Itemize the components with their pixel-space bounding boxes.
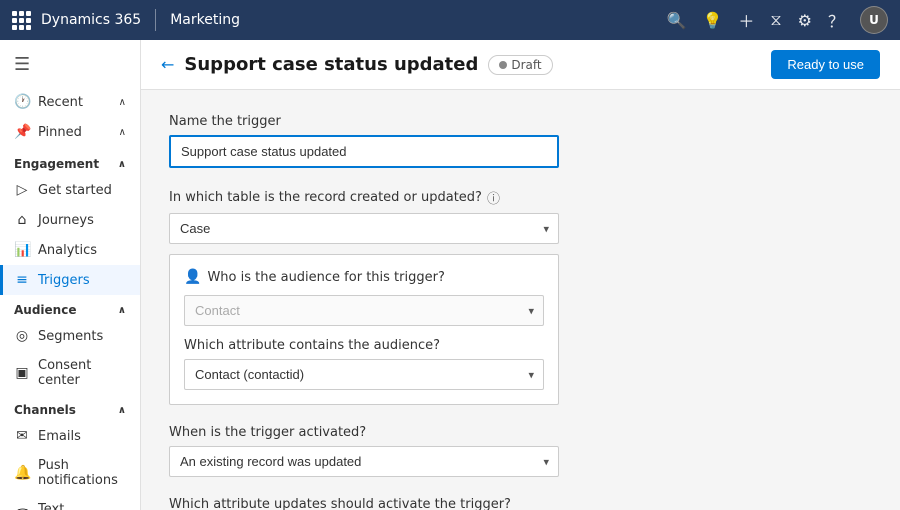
sidebar-item-triggers[interactable]: ≡ Triggers	[0, 265, 140, 295]
search-icon[interactable]: 🔍	[667, 11, 687, 30]
settings-icon[interactable]: ⚙	[798, 11, 812, 30]
segments-icon: ◎	[14, 328, 30, 344]
consent-icon: ▣	[14, 365, 30, 381]
sidebar-item-analytics[interactable]: 📊 Analytics	[0, 235, 140, 265]
sidebar-item-push-notifications[interactable]: 🔔 Push notifications	[0, 451, 140, 495]
form-area: Name the trigger In which table is the r…	[141, 90, 900, 510]
sidebar-item-journeys[interactable]: ⌂ Journeys	[0, 205, 140, 235]
trigger-name-input[interactable]	[169, 135, 559, 168]
pinned-chevron: ∧	[119, 127, 126, 138]
channels-header: Channels ∧	[0, 395, 140, 421]
module-name: Marketing	[170, 12, 240, 28]
table-group: In which table is the record created or …	[169, 188, 872, 405]
sidebar-item-consent-center[interactable]: ▣ Consent center	[0, 351, 140, 395]
engagement-chevron: ∧	[118, 159, 126, 170]
draft-dot	[499, 61, 507, 69]
trigger-name-label: Name the trigger	[169, 114, 872, 129]
activation-group: When is the trigger activated? An existi…	[169, 425, 872, 477]
main-content: ← Support case status updated Draft Read…	[141, 40, 900, 510]
emails-icon: ✉	[14, 428, 30, 444]
sidebar-item-get-started[interactable]: ▷ Get started	[0, 175, 140, 205]
engagement-header: Engagement ∧	[0, 149, 140, 175]
sidebar-item-segments[interactable]: ◎ Segments	[0, 321, 140, 351]
filter-icon[interactable]: ⧖	[770, 10, 781, 30]
lightbulb-icon[interactable]: 💡	[702, 11, 722, 30]
trigger-name-group: Name the trigger	[169, 114, 872, 168]
topbar-actions: 🔍 💡 ＋ ⧖ ⚙ ？ U	[667, 6, 888, 34]
updates-label: Which attribute updates should activate …	[169, 497, 872, 510]
channels-chevron: ∧	[118, 405, 126, 416]
topbar-divider	[155, 9, 156, 31]
journeys-icon: ⌂	[14, 212, 30, 228]
triggers-icon: ≡	[14, 272, 30, 288]
back-button[interactable]: ←	[161, 55, 174, 74]
activation-label: When is the trigger activated?	[169, 425, 872, 440]
table-select-wrap: Case ▾	[169, 213, 559, 244]
brand-name: Dynamics 365	[41, 12, 141, 28]
pin-icon: 📌	[14, 124, 30, 140]
updates-group: Which attribute updates should activate …	[169, 497, 872, 510]
audience-select-wrap: Contact ▾	[184, 295, 544, 326]
sidebar: ☰ 🕐 Recent ∧ 📌 Pinned ∧ Engagement ∧ ▷ G…	[0, 40, 141, 510]
attribute-select[interactable]: Contact (contactid)	[184, 359, 544, 390]
app-grid-icon[interactable]	[12, 11, 31, 30]
push-icon: 🔔	[14, 465, 30, 481]
table-label: In which table is the record created or …	[169, 188, 872, 207]
activation-select[interactable]: An existing record was updated	[169, 446, 559, 477]
audience-section-label: 👤 Who is the audience for this trigger?	[184, 269, 544, 285]
attribute-label: Which attribute contains the audience?	[184, 338, 544, 353]
status-label: Draft	[511, 58, 541, 72]
activation-select-wrap: An existing record was updated ▾	[169, 446, 559, 477]
recent-chevron: ∧	[119, 97, 126, 108]
ready-to-use-button[interactable]: Ready to use	[771, 50, 880, 79]
recent-icon: 🕐	[14, 94, 30, 110]
get-started-icon: ▷	[14, 182, 30, 198]
sidebar-item-text-messages[interactable]: 💬 Text messages	[0, 495, 140, 510]
audience-chevron: ∧	[118, 305, 126, 316]
audience-header: Audience ∧	[0, 295, 140, 321]
topbar: Dynamics 365 Marketing 🔍 💡 ＋ ⧖ ⚙ ？ U	[0, 0, 900, 40]
sidebar-item-recent[interactable]: 🕐 Recent ∧	[0, 87, 140, 117]
analytics-icon: 📊	[14, 242, 30, 258]
sidebar-hamburger[interactable]: ☰	[0, 48, 140, 81]
sidebar-item-emails[interactable]: ✉ Emails	[0, 421, 140, 451]
page-header: ← Support case status updated Draft Read…	[141, 40, 900, 90]
audience-select[interactable]: Contact	[184, 295, 544, 326]
status-badge: Draft	[488, 55, 552, 75]
audience-box: 👤 Who is the audience for this trigger? …	[169, 254, 559, 405]
table-select[interactable]: Case	[169, 213, 559, 244]
user-avatar[interactable]: U	[860, 6, 888, 34]
audience-icon: 👤	[184, 269, 201, 285]
sidebar-item-pinned[interactable]: 📌 Pinned ∧	[0, 117, 140, 147]
page-title: Support case status updated	[184, 54, 478, 75]
attribute-select-wrap: Contact (contactid) ▾	[184, 359, 544, 390]
table-info-icon[interactable]: ⓘ	[487, 188, 500, 207]
sidebar-recent-section: 🕐 Recent ∧ 📌 Pinned ∧	[0, 85, 140, 149]
add-icon[interactable]: ＋	[738, 8, 754, 32]
help-icon[interactable]: ？	[828, 8, 844, 32]
